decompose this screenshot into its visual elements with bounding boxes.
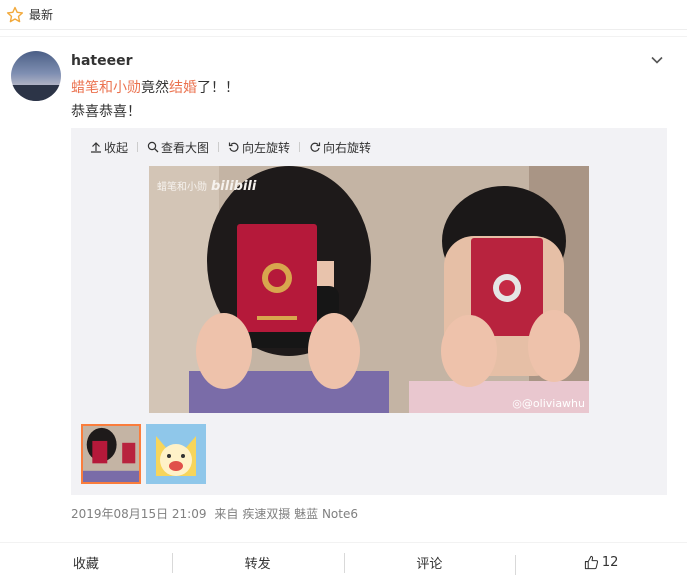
view-large-label: 查看大图 <box>161 140 210 155</box>
media-toolbar: 收起 查看大图 向左旋转 向右旋转 <box>90 139 371 155</box>
topic-link[interactable]: 蜡笔和小勋 <box>71 80 141 96</box>
keyword-link[interactable]: 结婚 <box>169 80 197 96</box>
post-text-line2: 恭喜恭喜！ <box>71 104 141 120</box>
comment-button[interactable]: 评论 <box>343 553 516 573</box>
watermark-handle: @oliviawhu <box>521 397 585 410</box>
post-timestamp[interactable]: 2019年08月15日 21:09 <box>71 507 206 521</box>
favorite-button[interactable]: 收藏 <box>0 553 172 572</box>
post-text-part: 了！！ <box>197 80 239 96</box>
source-prefix: 来自 <box>214 507 239 521</box>
watermark-top: 蜡笔和小勋 bilibili <box>157 178 256 194</box>
thumbnail-1[interactable] <box>81 424 141 484</box>
favorite-label: 收藏 <box>72 557 99 572</box>
separator <box>299 142 301 152</box>
post-meta: 2019年08月15日 21:09 来自 疾速双摄 魅蓝 Note6 <box>71 505 362 522</box>
collapse-label: 收起 <box>104 140 129 155</box>
watermark-bottom: ◎ @oliviawhu <box>512 397 585 410</box>
collapse-icon <box>91 142 101 153</box>
post-text-line1: 蜡笔和小勋竟然结婚了！！ <box>71 77 239 97</box>
couple-photo-illustration <box>149 166 589 413</box>
rotate-right-icon <box>310 142 321 152</box>
rotate-left-icon <box>228 142 239 152</box>
watermark-text: 蜡笔和小勋 <box>157 182 207 193</box>
weibo-icon: ◎ <box>512 397 522 410</box>
star-icon[interactable] <box>6 6 24 24</box>
source-device[interactable]: 疾速双摄 魅蓝 Note6 <box>242 507 358 521</box>
post-text-part: 竟然 <box>141 80 169 96</box>
post-card: hateeer 蜡笔和小勋竟然结婚了！！ 恭喜恭喜！ 收起 查看大图 向左旋转 <box>0 36 687 581</box>
rotate-left-button[interactable]: 向左旋转 <box>228 139 290 156</box>
media-expanded-panel: 收起 查看大图 向左旋转 向右旋转 蜡笔和小勋 bilibili ◎ @oliv… <box>71 128 667 495</box>
rotate-left-label: 向左旋转 <box>242 140 291 155</box>
view-large-button[interactable]: 查看大图 <box>147 139 209 156</box>
collapse-button[interactable]: 收起 <box>90 139 128 156</box>
top-bar: 最新 <box>0 0 687 30</box>
main-photo[interactable]: 蜡笔和小勋 bilibili ◎ @oliviawhu <box>149 166 589 413</box>
username[interactable]: hateeer <box>71 53 133 69</box>
repost-label: 转发 <box>244 557 271 572</box>
separator <box>218 142 220 152</box>
like-count: 12 <box>601 555 619 570</box>
thumbs-up-icon <box>584 555 598 570</box>
rotate-right-button[interactable]: 向右旋转 <box>309 139 371 156</box>
action-bar: 收藏 转发 评论 12 <box>0 542 687 581</box>
comment-label: 评论 <box>416 557 443 572</box>
thumbnail-strip <box>81 424 211 484</box>
latest-label[interactable]: 最新 <box>29 6 53 23</box>
bilibili-logo: bilibili <box>211 179 257 194</box>
avatar[interactable] <box>11 51 61 101</box>
rotate-right-label: 向右旋转 <box>323 140 372 155</box>
like-button[interactable]: 12 <box>515 555 687 575</box>
chevron-down-icon[interactable] <box>650 53 664 67</box>
thumbnail-2[interactable] <box>146 424 206 484</box>
search-icon <box>147 141 159 153</box>
repost-button[interactable]: 转发 <box>171 553 344 573</box>
separator <box>137 142 139 152</box>
